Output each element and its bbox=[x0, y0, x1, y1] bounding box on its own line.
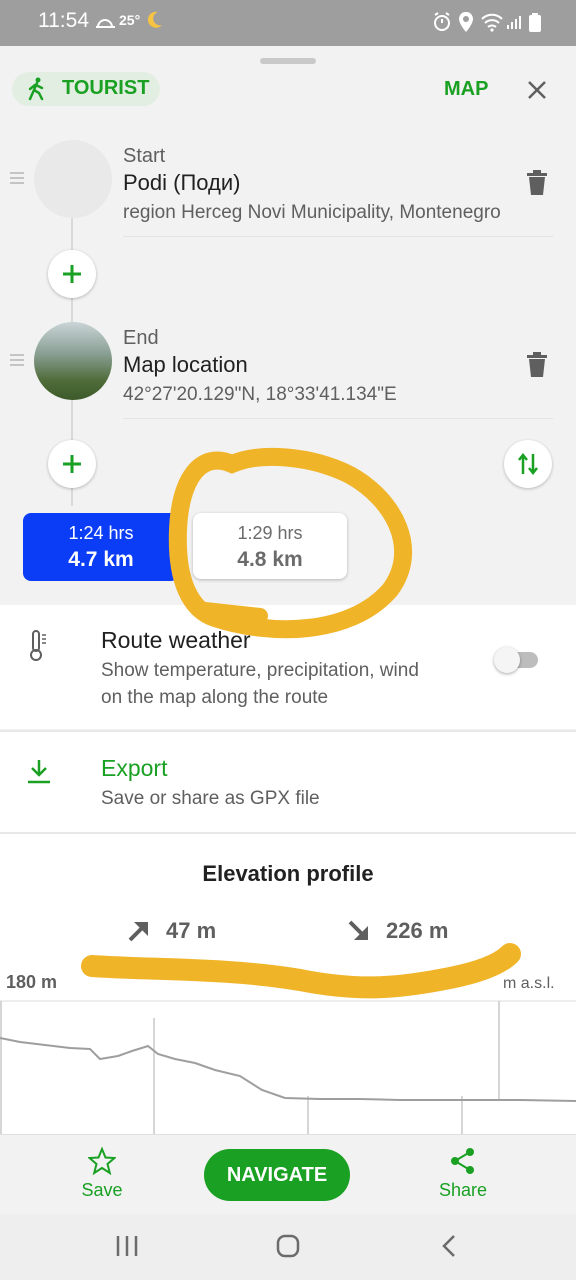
divider bbox=[123, 418, 553, 419]
star-icon bbox=[86, 1146, 118, 1176]
delete-end-icon[interactable] bbox=[526, 352, 548, 378]
share-label: Share bbox=[438, 1180, 488, 1200]
cloud-moon-icon bbox=[96, 19, 115, 28]
plus-icon bbox=[63, 265, 81, 283]
recent-apps-icon[interactable] bbox=[115, 1234, 139, 1258]
save-button[interactable]: Save bbox=[62, 1146, 142, 1207]
moon-icon bbox=[147, 11, 162, 28]
tourist-mode-label: TOURIST bbox=[62, 77, 150, 99]
drag-reorder-icon[interactable] bbox=[10, 172, 24, 184]
status-temperature: 25° bbox=[119, 12, 141, 28]
back-icon[interactable] bbox=[440, 1234, 458, 1258]
home-icon[interactable] bbox=[276, 1234, 300, 1258]
location-icon bbox=[459, 12, 473, 32]
divider bbox=[123, 236, 553, 237]
end-label: End bbox=[123, 327, 159, 349]
start-title[interactable]: Podi (Поди) bbox=[123, 170, 241, 196]
start-label: Start bbox=[123, 145, 166, 167]
delete-start-icon[interactable] bbox=[526, 170, 548, 196]
hiker-icon bbox=[28, 77, 44, 101]
map-button[interactable]: MAP bbox=[444, 78, 488, 101]
end-title[interactable]: Map location bbox=[123, 352, 248, 378]
wifi-icon bbox=[481, 13, 503, 32]
alarm-icon bbox=[434, 12, 450, 31]
end-thumbnail bbox=[34, 322, 112, 400]
status-time: 11:54 bbox=[38, 9, 89, 32]
end-subtitle: 42°27'20.129"N, 18°33'41.134"E bbox=[123, 384, 397, 405]
start-thumbnail bbox=[34, 140, 112, 218]
annotation-overlay bbox=[81, 447, 521, 999]
tourist-mode-chip[interactable]: TOURIST bbox=[12, 72, 160, 106]
navigate-button[interactable]: NAVIGATE bbox=[204, 1149, 350, 1201]
system-navigation-bar bbox=[0, 1214, 576, 1280]
share-button[interactable]: Share bbox=[423, 1147, 503, 1207]
drag-reorder-icon[interactable] bbox=[10, 354, 24, 366]
save-label: Save bbox=[81, 1180, 123, 1200]
start-subtitle: region Herceg Novi Municipality, Montene… bbox=[123, 202, 501, 223]
battery-icon bbox=[529, 13, 541, 32]
add-stop-button[interactable] bbox=[48, 250, 96, 298]
share-icon bbox=[451, 1148, 474, 1174]
status-bar: 11:54 25° bbox=[0, 0, 576, 46]
signal-icon bbox=[507, 16, 521, 29]
drag-handle[interactable] bbox=[260, 58, 316, 64]
bottom-action-bar: Save NAVIGATE Share bbox=[0, 1134, 576, 1215]
close-icon[interactable] bbox=[526, 79, 548, 101]
